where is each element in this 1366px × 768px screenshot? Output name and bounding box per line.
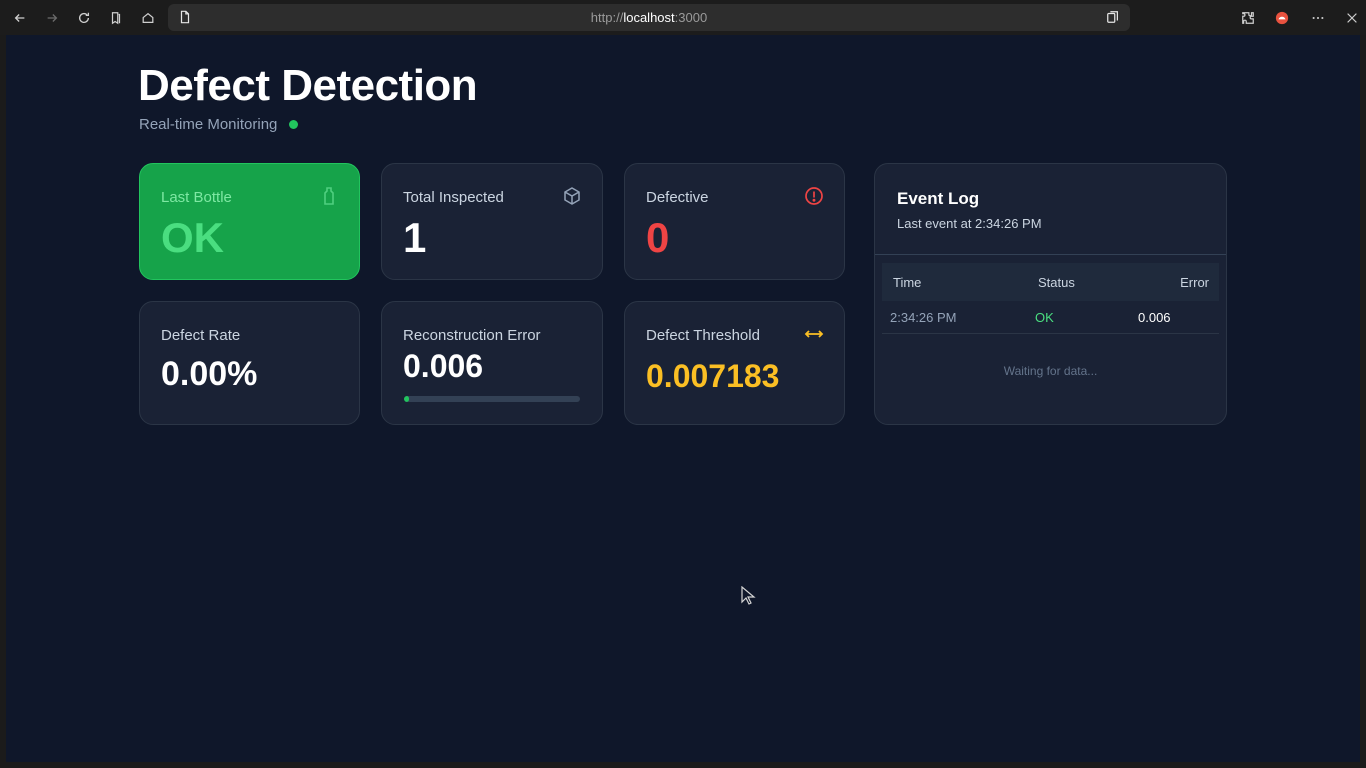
defective-card: Defective 0 xyxy=(624,163,845,280)
defect-threshold-value: 0.007183 xyxy=(646,358,780,394)
reconstruction-error-progress-fill xyxy=(404,396,410,402)
live-status-dot xyxy=(289,120,299,129)
extensions-icon[interactable] xyxy=(1236,6,1260,30)
reconstruction-error-card: Reconstruction Error 0.006 xyxy=(381,301,603,425)
column-header-status: Status xyxy=(1038,275,1075,290)
defect-rate-label: Defect Rate xyxy=(161,327,241,344)
event-log-subtitle: Last event at 2:34:26 PM xyxy=(897,216,1042,231)
event-log-divider xyxy=(875,254,1226,255)
total-inspected-label: Total Inspected xyxy=(403,189,504,206)
total-inspected-value: 1 xyxy=(403,214,427,261)
home-icon[interactable] xyxy=(136,6,160,30)
waiting-message: Waiting for data... xyxy=(1003,364,1098,378)
browser-toolbar: http://localhost:3000 xyxy=(0,0,1366,35)
forward-icon[interactable] xyxy=(40,6,64,30)
event-log-panel: Event Log Last event at 2:34:26 PM Time … xyxy=(874,163,1227,425)
reconstruction-error-progress xyxy=(404,396,580,402)
window-bottom-border xyxy=(0,762,1366,768)
profile-icon[interactable] xyxy=(1270,6,1294,30)
reload-icon[interactable] xyxy=(72,6,96,30)
row-status: OK xyxy=(1035,310,1054,325)
defect-threshold-card: Defect Threshold 0.007183 xyxy=(624,301,845,425)
page-viewport: Defect Detection Real-time Monitoring La… xyxy=(6,35,1360,762)
mouse-cursor-icon xyxy=(741,586,756,605)
defect-rate-value: 0.00% xyxy=(161,355,258,393)
bottle-icon xyxy=(324,187,334,205)
alert-circle-icon xyxy=(805,187,823,205)
defect-rate-card: Defect Rate 0.00% xyxy=(139,301,360,425)
url-text: http://localhost:3000 xyxy=(168,10,1130,25)
url-host: localhost xyxy=(623,10,675,25)
url-port: :3000 xyxy=(674,10,708,25)
arrows-horizontal-icon xyxy=(804,330,824,338)
row-time: 2:34:26 PM xyxy=(890,310,957,325)
event-log-title: Event Log xyxy=(897,189,980,208)
defective-value: 0 xyxy=(646,214,670,261)
bookmarks-icon[interactable] xyxy=(104,6,128,30)
column-header-error: Error xyxy=(1180,275,1209,290)
row-error: 0.006 xyxy=(1138,310,1171,325)
reconstruction-error-value: 0.006 xyxy=(403,348,484,384)
last-bottle-value: OK xyxy=(161,214,224,261)
page-subtitle: Real-time Monitoring xyxy=(139,116,299,133)
address-bar[interactable]: http://localhost:3000 xyxy=(168,4,1130,31)
defective-label: Defective xyxy=(646,189,709,206)
last-bottle-label: Last Bottle xyxy=(161,189,232,206)
box-icon xyxy=(564,187,580,205)
reconstruction-error-label: Reconstruction Error xyxy=(403,327,541,344)
column-header-time: Time xyxy=(893,275,922,290)
event-log-table-header: Time Status Error xyxy=(882,263,1219,301)
subtitle-text: Real-time Monitoring xyxy=(139,116,278,133)
collections-icon[interactable] xyxy=(1106,10,1120,24)
url-scheme: http:// xyxy=(590,10,624,25)
total-inspected-card: Total Inspected 1 xyxy=(381,163,603,280)
last-bottle-card: Last Bottle OK xyxy=(139,163,360,280)
defect-threshold-label: Defect Threshold xyxy=(646,327,760,344)
back-icon[interactable] xyxy=(8,6,32,30)
more-icon[interactable] xyxy=(1306,6,1330,30)
page-title: Defect Detection xyxy=(138,61,478,110)
table-row: 2:34:26 PM OK 0.006 xyxy=(882,301,1219,334)
close-icon[interactable] xyxy=(1340,6,1364,30)
